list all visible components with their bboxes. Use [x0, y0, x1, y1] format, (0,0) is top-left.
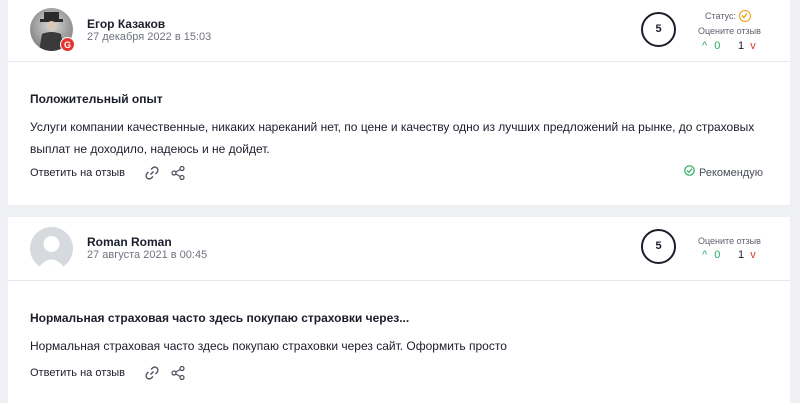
- check-circle-icon: [684, 165, 695, 176]
- dislike-button[interactable]: 1 v: [738, 40, 756, 52]
- divider: [8, 61, 790, 62]
- arrow-down-icon: v: [750, 40, 756, 52]
- arrow-up-icon: ^: [702, 40, 708, 52]
- like-button[interactable]: ^ 0: [702, 40, 720, 52]
- recommend-label: Рекомендую: [699, 167, 763, 179]
- dislike-count: 1: [738, 40, 745, 52]
- status-check-icon: [739, 10, 751, 22]
- rate-review-label: Оцените отзыв: [698, 26, 761, 36]
- review-date: 27 декабря 2022 в 15:03: [87, 31, 212, 43]
- like-button[interactable]: ^ 0: [702, 249, 720, 261]
- review-title: Положительный опыт: [30, 92, 163, 106]
- dislike-button[interactable]: 1 v: [738, 249, 756, 261]
- rating-score: 5: [641, 229, 676, 264]
- review-text: Услуги компании качественные, никаких на…: [30, 120, 755, 156]
- arrow-up-icon: ^: [702, 249, 708, 261]
- divider: [8, 280, 790, 281]
- dislike-count: 1: [738, 249, 745, 261]
- review-date: 27 августа 2021 в 00:45: [87, 249, 208, 261]
- like-count: 0: [714, 40, 721, 52]
- share-icon[interactable]: [170, 165, 186, 181]
- review-card: Roman Roman 27 августа 2021 в 00:45 5 Оц…: [8, 217, 790, 403]
- reply-button[interactable]: Ответить на отзыв: [30, 167, 125, 179]
- default-avatar-icon: [37, 236, 66, 270]
- reply-button[interactable]: Ответить на отзыв: [30, 367, 125, 379]
- google-badge-icon: G: [60, 37, 75, 52]
- link-icon[interactable]: [144, 165, 160, 181]
- author-avatar[interactable]: [30, 227, 73, 270]
- link-icon[interactable]: [144, 365, 160, 381]
- author-name[interactable]: Roman Roman: [87, 235, 172, 249]
- arrow-down-icon: v: [750, 249, 756, 261]
- review-title: Нормальная страховая часто здесь покупаю…: [30, 311, 410, 325]
- author-name[interactable]: Егор Казаков: [87, 17, 165, 31]
- status-label: Статус:: [705, 11, 736, 21]
- rating-score: 5: [641, 12, 676, 47]
- share-icon[interactable]: [170, 365, 186, 381]
- like-count: 0: [714, 249, 721, 261]
- rate-review-label: Оцените отзыв: [698, 236, 761, 246]
- review-card: G Егор Казаков 27 декабря 2022 в 15:03 5…: [8, 0, 790, 205]
- review-text: Нормальная страховая часто здесь покупаю…: [30, 339, 507, 353]
